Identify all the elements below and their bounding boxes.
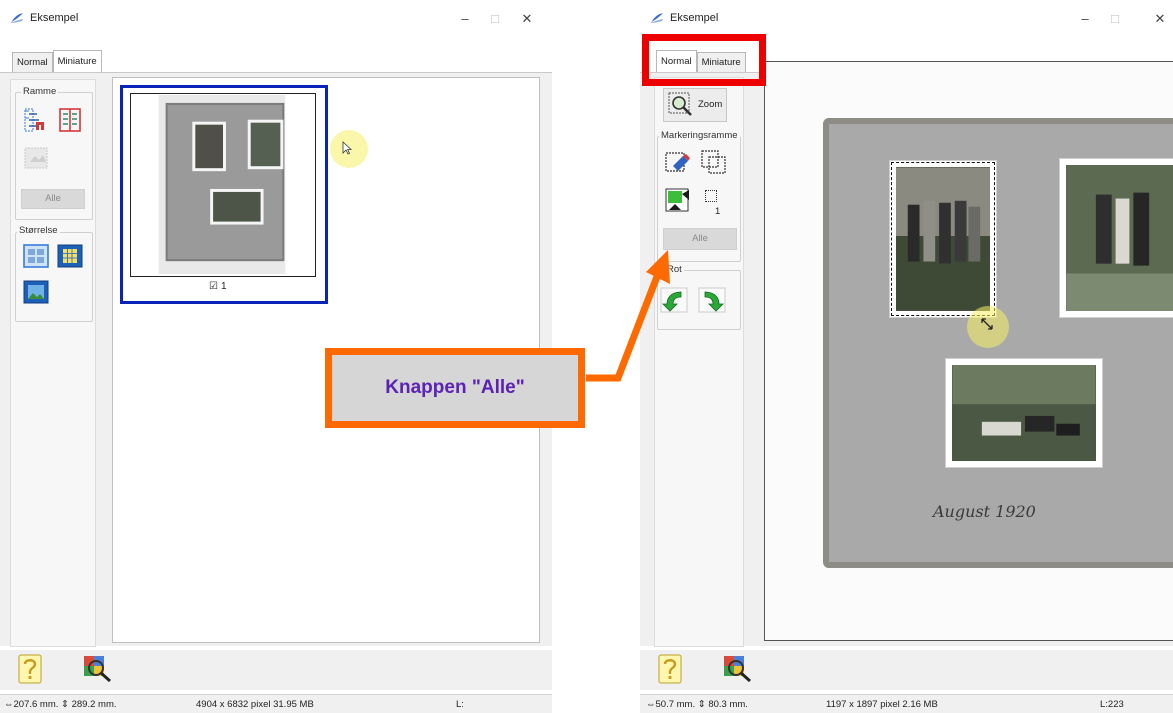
auto-selection-icon[interactable] <box>663 186 693 214</box>
status-extra: L: <box>456 699 464 710</box>
selection-count-icon <box>705 190 717 202</box>
zoom-button[interactable]: Zoom <box>663 88 727 122</box>
resize-cursor-icon <box>981 318 993 330</box>
right-window: Eksempel – □ ✕ Normal Miniature Zoom Mar… <box>640 0 1173 713</box>
selection-marquee[interactable] <box>891 162 995 316</box>
large-thumbnails-icon[interactable] <box>21 242 51 270</box>
feather-icon <box>11 13 23 23</box>
album-signature: August 1920 <box>933 502 1036 521</box>
left-tool-panel: Ramme Alle Størrelse <box>10 79 96 647</box>
alle-button-left[interactable]: Alle <box>21 189 85 209</box>
tab-miniature[interactable]: Miniature <box>52 50 102 72</box>
left-titlebar: Eksempel – □ ✕ <box>0 0 552 34</box>
frame-disabled-icon <box>21 144 51 172</box>
photo-group-right[interactable] <box>1059 158 1173 318</box>
magnifier-preview-icon[interactable] <box>80 654 114 684</box>
right-body: Zoom Markeringsramme 1 Alle Rot August 1… <box>640 61 1173 647</box>
album-page-thumbnail <box>158 94 286 275</box>
thumbnail-number: 1 <box>221 281 227 292</box>
close-button[interactable]: ✕ <box>512 8 542 30</box>
right-statusbar: ⇔50.7 mm. ⇕ 80.3 mm. 1197 x 1897 pixel 2… <box>640 694 1173 713</box>
status-extra: L:223 <box>1100 699 1124 710</box>
zoom-icon <box>668 92 692 116</box>
rotate-right-icon[interactable] <box>697 286 727 314</box>
status-pixels: 4904 x 6832 pixel 31.95 MB <box>196 699 314 710</box>
magnifier-preview-icon[interactable] <box>720 654 754 684</box>
minimize-button[interactable]: – <box>1070 8 1100 30</box>
question-mark-icon[interactable] <box>658 654 682 684</box>
feather-icon <box>651 13 663 23</box>
photo-image <box>1066 165 1173 311</box>
tab-normal[interactable]: Normal <box>12 52 53 72</box>
status-pixels: 1197 x 1897 pixel 2.16 MB <box>826 699 938 710</box>
photo-picnic[interactable] <box>945 358 1103 468</box>
photo-image <box>952 365 1096 461</box>
storrelse-group-label: Størrelse <box>17 225 60 236</box>
single-picture-icon[interactable] <box>21 278 51 306</box>
callout-text: Knappen "Alle" <box>385 377 525 398</box>
split-frame-icon[interactable] <box>55 106 85 134</box>
draw-selection-icon[interactable] <box>663 148 693 176</box>
callout-box: Knappen "Alle" <box>325 348 585 428</box>
status-dimensions: ⇔50.7 mm. ⇕ 80.3 mm. <box>646 699 748 710</box>
add-frame-icon[interactable] <box>21 106 51 134</box>
window-title: Eksempel <box>30 12 79 24</box>
right-bottom-tools <box>640 650 1173 690</box>
callout-arrow-icon <box>586 250 670 382</box>
thumbnail-card[interactable]: ☑ 1 <box>120 85 328 304</box>
selection-count: 1 <box>715 206 721 217</box>
left-bottom-tools <box>0 650 552 690</box>
small-thumbnails-icon[interactable] <box>55 242 85 270</box>
question-mark-icon[interactable] <box>18 654 42 684</box>
left-statusbar: ⇔207.6 mm. ⇕ 289.2 mm. 4904 x 6832 pixel… <box>0 694 552 713</box>
minimize-button[interactable]: – <box>450 8 480 30</box>
maximize-button[interactable]: □ <box>1100 8 1130 30</box>
copy-selection-icon[interactable] <box>699 148 729 176</box>
tabs-highlight-box <box>642 34 766 86</box>
mouse-cursor-icon <box>342 141 352 155</box>
markeringsramme-label: Markeringsramme <box>659 130 740 141</box>
maximize-button[interactable]: □ <box>480 8 510 30</box>
ramme-group-label: Ramme <box>21 86 59 97</box>
close-button[interactable]: ✕ <box>1145 8 1173 30</box>
thumbnail-image-frame <box>130 93 316 277</box>
status-dimensions: ⇔207.6 mm. ⇕ 289.2 mm. <box>4 699 117 710</box>
thumbnail-checkbox[interactable]: ☑ <box>209 281 218 292</box>
right-titlebar: Eksempel – □ ✕ <box>640 0 1173 34</box>
left-tabs: Normal Miniature <box>12 50 102 72</box>
zoom-label: Zoom <box>698 99 723 110</box>
window-title: Eksempel <box>670 12 719 24</box>
scan-preview-area[interactable]: August 1920 <box>764 61 1173 641</box>
